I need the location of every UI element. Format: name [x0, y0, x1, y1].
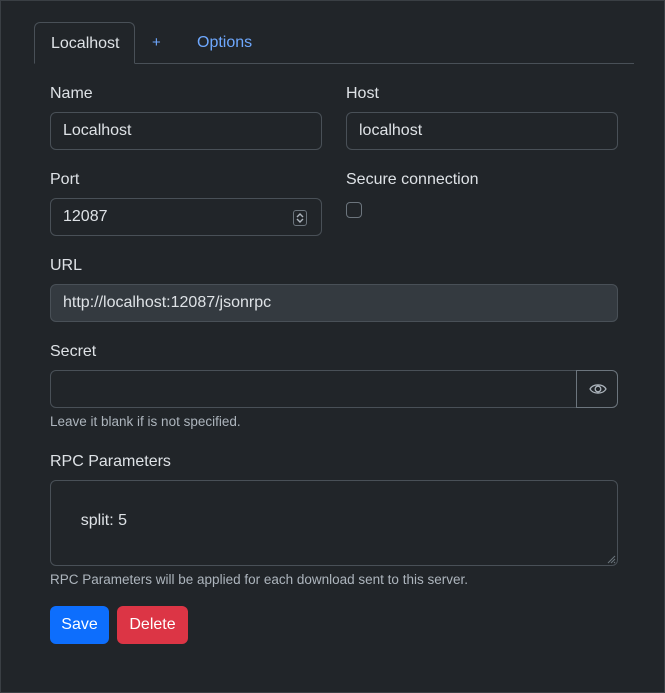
tab-localhost[interactable]: Localhost	[34, 22, 135, 64]
rpc-settings-panel: Localhost + Options Name Localhost Host …	[1, 1, 664, 692]
port-label: Port	[50, 171, 80, 188]
secret-label: Secret	[50, 343, 97, 360]
toggle-secret-visibility-button[interactable]	[576, 370, 618, 408]
tab-add-server[interactable]: +	[152, 22, 166, 63]
secure-connection-label: Secure connection	[346, 171, 479, 188]
up-down-spinner-icon[interactable]	[293, 210, 307, 226]
port-value: 12087	[63, 208, 108, 225]
tab-options[interactable]: Options	[197, 22, 267, 63]
url-label: URL	[50, 257, 83, 274]
host-input[interactable]: localhost	[346, 112, 618, 150]
host-label: Host	[346, 85, 379, 102]
rpc-parameters-value: split: 5	[80, 512, 128, 529]
tab-bar: Localhost + Options	[34, 22, 634, 64]
name-label: Name	[50, 85, 93, 102]
name-input[interactable]: Localhost	[50, 112, 322, 150]
rpc-parameters-help-text: RPC Parameters will be applied for each …	[50, 572, 468, 587]
port-input[interactable]: 12087	[50, 198, 322, 236]
rpc-parameters-label: RPC Parameters	[50, 453, 171, 470]
secure-connection-checkbox[interactable]	[346, 202, 362, 218]
save-button[interactable]: Save	[50, 606, 109, 644]
eye-icon	[589, 384, 607, 394]
secret-input[interactable]	[50, 370, 577, 408]
resize-grip-icon[interactable]	[606, 554, 616, 564]
url-field: http://localhost:12087/jsonrpc	[50, 284, 618, 322]
rpc-parameters-textarea[interactable]: split: 5	[50, 480, 618, 566]
delete-button[interactable]: Delete	[117, 606, 188, 644]
secret-help-text: Leave it blank if is not specified.	[50, 414, 241, 429]
